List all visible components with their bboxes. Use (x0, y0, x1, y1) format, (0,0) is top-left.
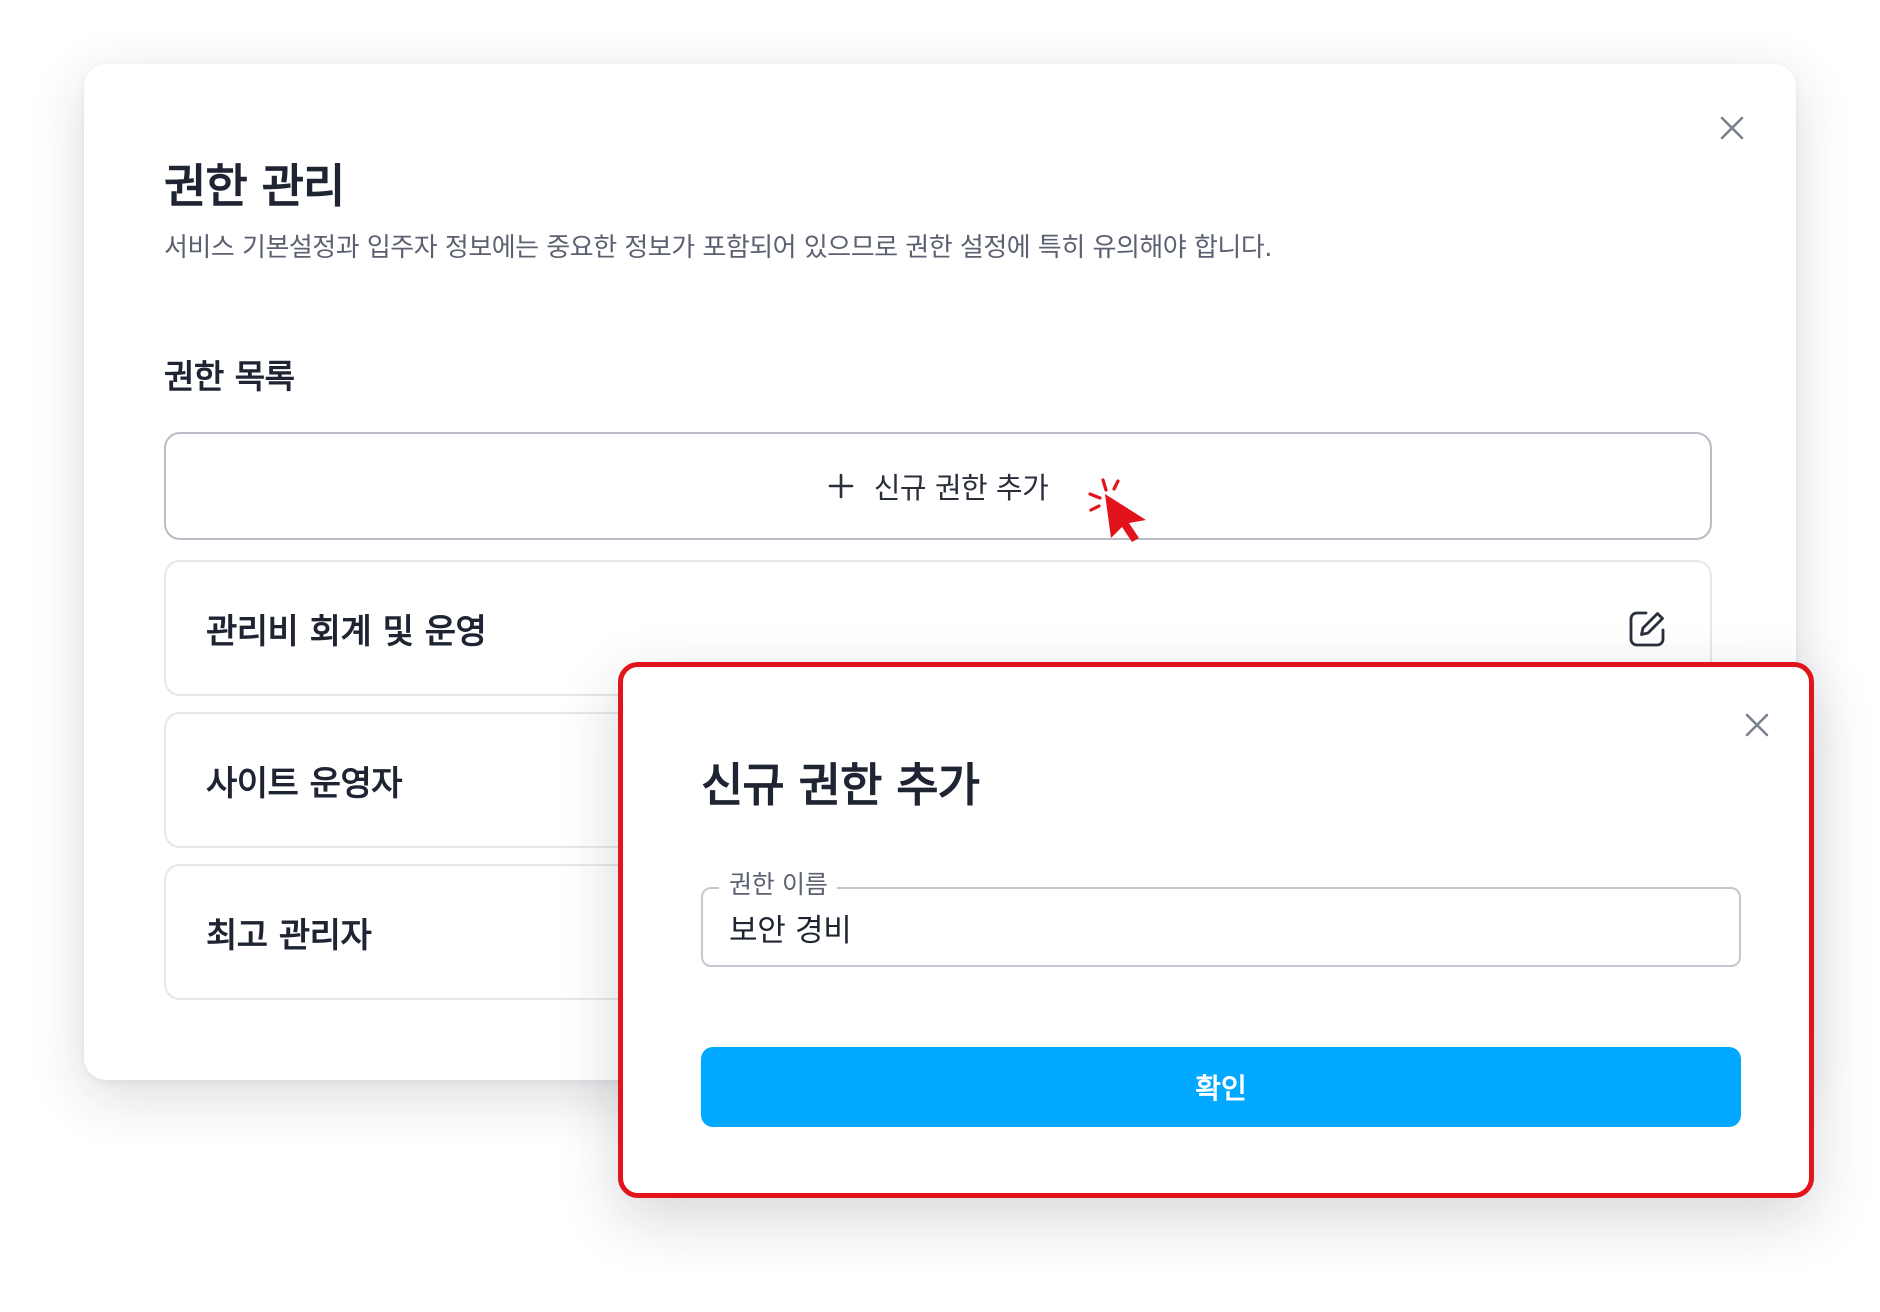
page-title: 권한 관리 (164, 159, 345, 213)
role-name: 최고 관리자 (206, 915, 372, 956)
screen: 권한 관리 서비스 기본설정과 입주자 정보에는 중요한 정보가 포함되어 있으… (0, 0, 1880, 1312)
modal-title: 신규 권한 추가 (701, 758, 980, 812)
cursor-pointer-icon (1088, 478, 1146, 542)
role-name: 관리비 회계 및 운영 (206, 611, 487, 652)
modal-close-button[interactable] (1737, 705, 1777, 745)
role-name-field-label: 권한 이름 (719, 868, 838, 902)
section-title: 권한 목록 (164, 357, 295, 396)
plus-icon (828, 473, 854, 499)
edit-icon (1629, 611, 1665, 647)
edit-role-button[interactable] (1624, 606, 1670, 652)
confirm-button[interactable]: 확인 (701, 1047, 1741, 1127)
close-icon (1720, 116, 1744, 140)
role-name-input[interactable] (729, 907, 1709, 947)
add-role-label: 신규 권한 추가 (873, 471, 1049, 505)
new-role-modal: 신규 권한 추가 권한 이름 확인 (618, 662, 1814, 1198)
main-close-button[interactable] (1712, 108, 1752, 148)
close-icon (1745, 713, 1769, 737)
page-description: 서비스 기본설정과 입주자 정보에는 중요한 정보가 포함되어 있으므로 권한 … (164, 233, 1273, 263)
role-name-field: 권한 이름 (701, 868, 1741, 967)
role-name: 사이트 운영자 (206, 763, 403, 804)
add-role-button[interactable]: 신규 권한 추가 (164, 432, 1712, 540)
